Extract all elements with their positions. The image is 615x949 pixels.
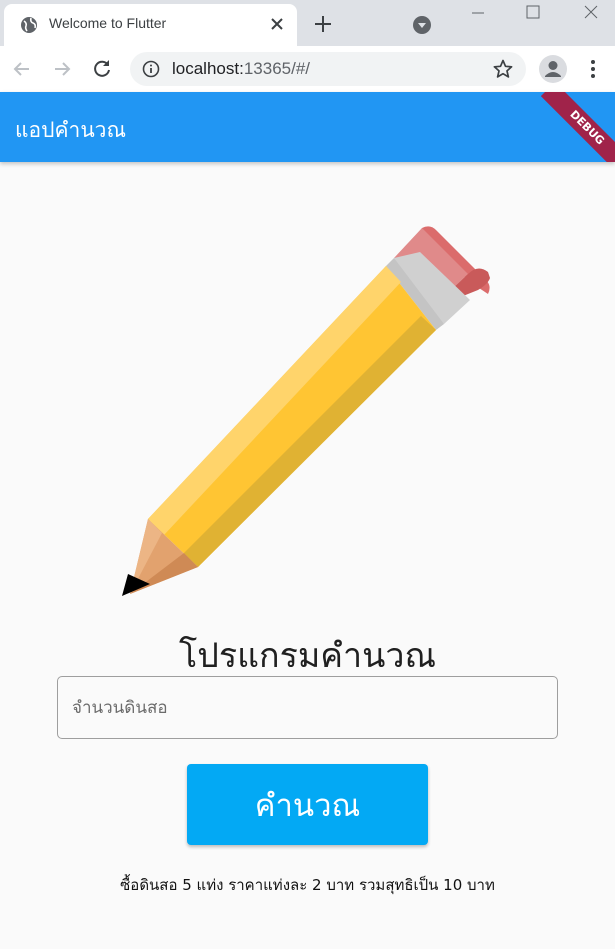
tab-strip: Welcome to Flutter xyxy=(0,0,615,46)
app-bar: แอปคำนวณ DEBUG xyxy=(0,92,615,162)
kebab-menu-icon[interactable] xyxy=(582,57,604,81)
close-icon[interactable] xyxy=(267,14,287,34)
browser-toolbar: localhost:13365/#/ xyxy=(0,46,615,93)
page-title: โปรแกรมคำนวณ xyxy=(179,636,436,676)
star-icon[interactable] xyxy=(492,58,514,80)
calculate-button[interactable]: คำนวณ xyxy=(187,764,428,845)
pencil-icon xyxy=(122,226,490,596)
url-text: localhost:13365/#/ xyxy=(172,59,310,79)
tab-title: Welcome to Flutter xyxy=(49,15,167,31)
window-close-icon[interactable] xyxy=(580,2,602,24)
plus-icon[interactable] xyxy=(312,13,334,35)
info-icon[interactable] xyxy=(142,60,160,78)
app-title: แอปคำนวณ xyxy=(15,118,126,142)
arrow-right-icon[interactable] xyxy=(50,57,74,81)
globe-icon xyxy=(21,17,37,33)
profile-icon[interactable] xyxy=(538,54,568,84)
arrow-left-icon[interactable] xyxy=(10,57,34,81)
minimize-icon[interactable] xyxy=(467,2,489,24)
chevron-down-icon[interactable] xyxy=(413,16,431,34)
pencil-count-field[interactable] xyxy=(57,676,558,739)
result-text: ซื้อดินสอ 5 แท่ง ราคาแท่งละ 2 บาท รวมสุท… xyxy=(120,876,495,894)
browser-tab[interactable]: Welcome to Flutter xyxy=(4,4,297,46)
pencil-count-input[interactable] xyxy=(58,677,557,738)
reload-icon[interactable] xyxy=(90,57,114,81)
debug-banner: DEBUG xyxy=(540,92,615,162)
address-bar[interactable]: localhost:13365/#/ xyxy=(130,52,526,86)
url-host: localhost: xyxy=(172,59,244,78)
maximize-icon[interactable] xyxy=(522,2,544,24)
url-path: 13365/#/ xyxy=(243,59,311,78)
